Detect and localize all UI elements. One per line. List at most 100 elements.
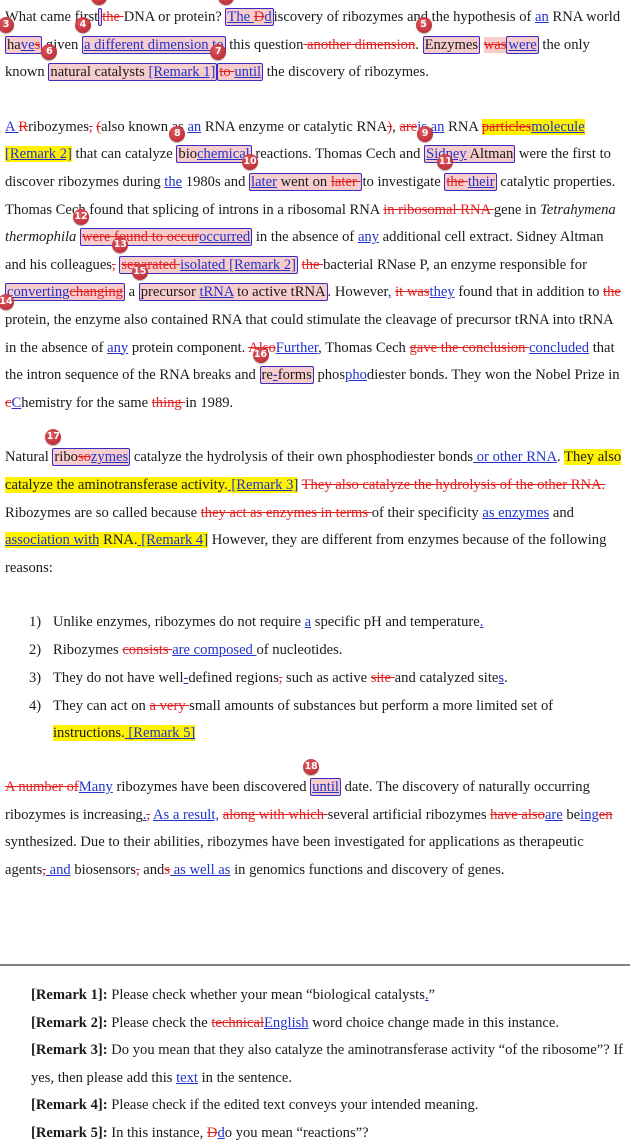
- inserted-text: d: [217, 1125, 224, 1141]
- comment-marker-16[interactable]: 16: [253, 347, 269, 363]
- comment-marker-9[interactable]: 9: [417, 126, 433, 142]
- text-run: the discovery of ribozymes.: [263, 64, 429, 80]
- text-run: specific pH and temperature: [311, 614, 480, 630]
- text-run: this question: [226, 37, 304, 53]
- text-run: to active tRNA: [234, 284, 326, 300]
- inserted-text: any: [358, 229, 379, 245]
- comment-anchor-4[interactable]: 4a different dimension to: [82, 36, 226, 54]
- comment-marker-11[interactable]: 11: [437, 154, 453, 170]
- comment-marker-8[interactable]: 8: [169, 126, 185, 142]
- comment-anchor-18[interactable]: 18until: [310, 778, 341, 796]
- comment-marker-2[interactable]: 2: [218, 0, 234, 5]
- comment-anchor-12[interactable]: 12were found to occuroccurred: [80, 228, 252, 246]
- inserted-text: .: [480, 614, 484, 630]
- remark-link-2b[interactable]: [Remark 2]: [225, 257, 296, 273]
- inserted-text: as well as: [170, 862, 230, 878]
- comment-marker-18[interactable]: 18: [303, 759, 319, 775]
- text-run: diester bonds. They won the Nobel Prize …: [367, 367, 620, 383]
- comment-marker-1[interactable]: 1: [91, 0, 107, 5]
- text-run: RNA enzyme or catalytic RNA: [201, 119, 387, 135]
- text-run: ribo: [54, 449, 78, 465]
- text-run: Ribozymes: [53, 642, 122, 658]
- text-run: re: [262, 367, 273, 383]
- text-run: of their specificity: [372, 505, 483, 521]
- document-body: What came first1the DNA or protein? 2The…: [0, 0, 630, 885]
- comment-anchor-7[interactable]: 7to until: [217, 63, 263, 81]
- inserted-text: A: [5, 119, 18, 135]
- remark-link-2[interactable]: [Remark 2]: [5, 146, 72, 162]
- inserted-text: later: [251, 174, 277, 190]
- text-run: o you mean “reactions”?: [225, 1125, 369, 1141]
- text-run: and: [549, 505, 574, 521]
- list-item: 2)Ribozymes consists are composed of nuc…: [5, 637, 624, 665]
- deleted-text: later: [331, 174, 361, 190]
- inserted-text: pho: [345, 367, 367, 383]
- list-item: 4)They can act on a very small amounts o…: [5, 693, 624, 749]
- deleted-text: was: [484, 37, 507, 53]
- highlighted-inserted-text: association with: [5, 532, 99, 548]
- comment-marker-17[interactable]: 17: [45, 429, 61, 445]
- text-run: 1980s and: [182, 174, 249, 190]
- comment-anchor-16[interactable]: 16re-forms: [260, 366, 314, 384]
- text-run: Ribozymes are so called because: [5, 505, 201, 521]
- text-run: and: [140, 862, 165, 878]
- comment-marker-6[interactable]: 6: [41, 44, 57, 60]
- comment-anchor-2[interactable]: 2The Dd: [225, 8, 273, 26]
- inserted-text: occurred: [199, 229, 250, 245]
- text-run: phos: [314, 367, 345, 383]
- text-run: bio: [178, 146, 197, 162]
- remark-link-3[interactable]: [Remark 3]: [228, 477, 299, 493]
- paragraph-intro: What came first1the DNA or protein? 2The…: [5, 4, 624, 87]
- deleted-text: separated: [121, 257, 180, 273]
- comment-marker-13[interactable]: 13: [112, 237, 128, 253]
- deleted-text: D: [207, 1125, 218, 1141]
- highlighted-text: instructions.: [53, 725, 125, 741]
- comment-marker-14[interactable]: 14: [0, 294, 14, 310]
- comment-marker-7[interactable]: 7: [210, 44, 226, 60]
- comment-anchor-8[interactable]: 8biochemical: [176, 145, 251, 163]
- deleted-text: have also: [490, 807, 545, 823]
- comment-anchor-15[interactable]: 15precursor tRNA to active tRNA: [139, 283, 328, 301]
- text-run: that can catalyze: [72, 146, 177, 162]
- deleted-text: along with which: [223, 807, 328, 823]
- remark-link-5[interactable]: [Remark 5]: [125, 725, 196, 741]
- comment-anchor-5[interactable]: 5Enzymes: [423, 36, 481, 54]
- remark-link-1[interactable]: [Remark 1]: [148, 64, 215, 80]
- comment-anchor-17[interactable]: 17ribosozymes: [52, 448, 130, 466]
- text-run: iscovery of ribozymes and the hypothesis…: [274, 9, 535, 25]
- deleted-text: en: [599, 807, 613, 823]
- text-run: They do not have well: [53, 670, 184, 686]
- text-run: in the absence of: [252, 229, 358, 245]
- highlighted-text: RNA.: [99, 532, 137, 548]
- text-run: Natural: [5, 449, 52, 465]
- deleted-text: thing: [152, 395, 186, 411]
- comment-anchor-11[interactable]: 11the their: [444, 173, 496, 191]
- remark-link-4[interactable]: [Remark 4]: [138, 532, 209, 548]
- comment-anchor-1[interactable]: 1: [98, 8, 102, 26]
- comment-anchor-10[interactable]: 10later went on later: [249, 173, 362, 191]
- comment-anchor-3[interactable]: 3haves: [5, 36, 42, 54]
- comment-anchor-6[interactable]: 6natural catalysts [Remark 1]: [48, 63, 217, 81]
- comment-marker-5[interactable]: 5: [416, 17, 432, 33]
- deleted-text: the: [102, 9, 123, 25]
- remark-label: [Remark 3]:: [31, 1042, 108, 1058]
- remark-3: [Remark 3]: Do you mean that they also c…: [31, 1037, 630, 1092]
- comment-marker-4[interactable]: 4: [75, 17, 91, 33]
- inserted-text: an: [187, 119, 201, 135]
- comment-anchor-14[interactable]: 14convertingchanging: [5, 283, 125, 301]
- paragraph-ribozymes: A Rribozymes, (also known as an RNA enzy…: [5, 114, 624, 418]
- text-run: natural catalysts: [50, 64, 148, 80]
- inserted-text: ing: [580, 807, 599, 823]
- comment-marker-15[interactable]: 15: [132, 264, 148, 280]
- comment-marker-12[interactable]: 12: [73, 209, 89, 225]
- deleted-text: to: [219, 64, 234, 80]
- inserted-text: concluded: [529, 340, 589, 356]
- comment-marker-3[interactable]: 3: [0, 17, 14, 33]
- deleted-text: particles: [482, 119, 531, 135]
- comment-marker-10[interactable]: 10: [242, 154, 258, 170]
- inserted-text: tRNA: [199, 284, 233, 300]
- inserted-text: and: [46, 862, 71, 878]
- deleted-text: gave the conclusion: [410, 340, 530, 356]
- inserted-text: Further: [276, 340, 318, 356]
- text-run: a: [125, 284, 139, 300]
